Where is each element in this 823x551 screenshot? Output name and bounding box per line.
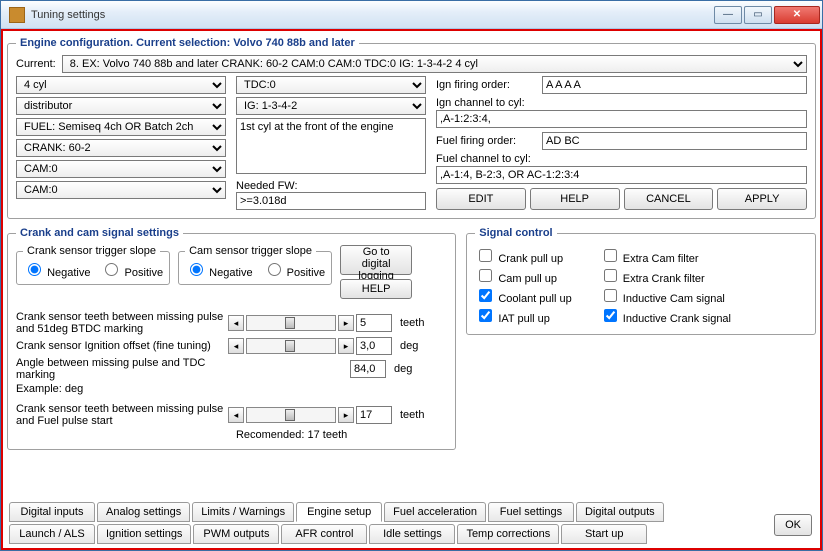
recommended-text: Recomended: 17 teeth	[136, 429, 447, 441]
help-button[interactable]: HELP	[530, 188, 620, 210]
signal-right-2[interactable]: Inductive Cam signal	[600, 286, 731, 305]
go-digital-logging-button[interactable]: Go to digital logging	[340, 245, 412, 275]
s4-inc[interactable]: ▸	[338, 407, 354, 423]
tab-bar: Digital inputsAnalog settingsLimits / Wa…	[9, 502, 764, 544]
tab-temp-corrections[interactable]: Temp corrections	[457, 524, 559, 544]
tab-ignition-settings[interactable]: Ignition settings	[97, 524, 191, 544]
tab-limits-warnings[interactable]: Limits / Warnings	[192, 502, 294, 522]
ign-channel-label: Ign channel to cyl:	[436, 97, 807, 109]
tab-afr-control[interactable]: AFR control	[281, 524, 367, 544]
needed-fw-label: Needed FW:	[236, 180, 426, 192]
s1-label: Crank sensor teeth between missing pulse…	[16, 311, 226, 335]
signal-control-group: Signal control Crank pull up Cam pull up…	[466, 227, 816, 335]
fuel-channel-input[interactable]	[436, 166, 807, 184]
s3-label: Angle between missing pulse and TDC mark…	[16, 357, 226, 381]
signal-left-0[interactable]: Crank pull up	[475, 246, 571, 265]
signal-left-2[interactable]: Coolant pull up	[475, 286, 571, 305]
signal-right-0[interactable]: Extra Cam filter	[600, 246, 731, 265]
minimize-button[interactable]: —	[714, 6, 742, 24]
tab-analog-settings[interactable]: Analog settings	[97, 502, 190, 522]
s3-value[interactable]	[350, 360, 386, 378]
s3-example: Example: deg	[16, 383, 226, 395]
s1-slider[interactable]	[246, 315, 336, 331]
needed-fw-input[interactable]	[236, 192, 426, 210]
tab-digital-inputs[interactable]: Digital inputs	[9, 502, 95, 522]
cam-slope-legend: Cam sensor trigger slope	[185, 245, 316, 257]
crank-cam-legend: Crank and cam signal settings	[16, 227, 183, 239]
close-button[interactable]: ✕	[774, 6, 820, 24]
tab-fuel-acceleration[interactable]: Fuel acceleration	[384, 502, 486, 522]
cancel-button[interactable]: CANCEL	[624, 188, 714, 210]
signal-right-3[interactable]: Inductive Crank signal	[600, 306, 731, 325]
fuel-channel-label: Fuel channel to cyl:	[436, 153, 807, 165]
s2-inc[interactable]: ▸	[338, 338, 354, 354]
cam-slope-negative[interactable]: Negative	[185, 260, 252, 279]
current-label: Current:	[16, 58, 56, 70]
cam-slope-positive[interactable]: Positive	[263, 260, 326, 279]
maximize-button[interactable]: ▭	[744, 6, 772, 24]
signal-control-legend: Signal control	[475, 227, 556, 239]
s2-unit: deg	[400, 340, 418, 352]
fuel-firing-order-input[interactable]	[542, 132, 807, 150]
crank-help-button[interactable]: HELP	[340, 279, 412, 299]
signal-left-3[interactable]: IAT pull up	[475, 306, 571, 325]
ok-button[interactable]: OK	[774, 514, 812, 536]
crank-select[interactable]: CRANK: 60-2	[16, 139, 226, 157]
current-select[interactable]: 8. EX: Volvo 740 88b and later CRANK: 60…	[62, 55, 807, 73]
s2-slider[interactable]	[246, 338, 336, 354]
crank-slope-legend: Crank sensor trigger slope	[23, 245, 160, 257]
s4-label: Crank sensor teeth between missing pulse…	[16, 403, 226, 427]
tab-idle-settings[interactable]: Idle settings	[369, 524, 455, 544]
s4-unit: teeth	[400, 409, 424, 421]
ign-firing-order-label: Ign firing order:	[436, 79, 536, 91]
s2-label: Crank sensor Ignition offset (fine tunin…	[16, 340, 226, 352]
engine-config-group: Engine configuration. Current selection:…	[7, 37, 816, 219]
window-title: Tuning settings	[31, 9, 714, 21]
s1-inc[interactable]: ▸	[338, 315, 354, 331]
crank-cam-group: Crank and cam signal settings Crank sens…	[7, 227, 456, 450]
ign-firing-order-input[interactable]	[542, 76, 807, 94]
s1-value[interactable]	[356, 314, 392, 332]
fuel-select[interactable]: FUEL: Semiseq 4ch OR Batch 2ch	[16, 118, 226, 136]
s1-unit: teeth	[400, 317, 424, 329]
cam0-select[interactable]: CAM:0	[16, 160, 226, 178]
s4-value[interactable]	[356, 406, 392, 424]
signal-right-1[interactable]: Extra Crank filter	[600, 266, 731, 285]
crank-slope-negative[interactable]: Negative	[23, 260, 90, 279]
tab-start-up[interactable]: Start up	[561, 524, 647, 544]
edit-button[interactable]: EDIT	[436, 188, 526, 210]
tab-launch-als[interactable]: Launch / ALS	[9, 524, 95, 544]
ign-channel-input[interactable]	[436, 110, 807, 128]
fuel-firing-order-label: Fuel firing order:	[436, 135, 536, 147]
tab-fuel-settings[interactable]: Fuel settings	[488, 502, 574, 522]
signal-left-1[interactable]: Cam pull up	[475, 266, 571, 285]
tdc-select[interactable]: TDC:0	[236, 76, 426, 94]
cyl-select[interactable]: 4 cyl	[16, 76, 226, 94]
engine-note[interactable]: 1st cyl at the front of the engine	[236, 118, 426, 174]
tab-engine-setup[interactable]: Engine setup	[296, 502, 382, 522]
apply-button[interactable]: APPLY	[717, 188, 807, 210]
s1-dec[interactable]: ◂	[228, 315, 244, 331]
s4-dec[interactable]: ◂	[228, 407, 244, 423]
tab-pwm-outputs[interactable]: PWM outputs	[193, 524, 279, 544]
dist-select[interactable]: distributor	[16, 97, 226, 115]
s2-dec[interactable]: ◂	[228, 338, 244, 354]
ig-select[interactable]: IG: 1-3-4-2	[236, 97, 426, 115]
crank-slope-positive[interactable]: Positive	[100, 260, 163, 279]
cam1-select[interactable]: CAM:0	[16, 181, 226, 199]
s4-slider[interactable]	[246, 407, 336, 423]
s3-unit: deg	[394, 363, 412, 375]
app-icon	[9, 7, 25, 23]
engine-config-legend: Engine configuration. Current selection:…	[16, 37, 359, 49]
tab-digital-outputs[interactable]: Digital outputs	[576, 502, 664, 522]
titlebar: Tuning settings — ▭ ✕	[1, 1, 822, 29]
s2-value[interactable]	[356, 337, 392, 355]
